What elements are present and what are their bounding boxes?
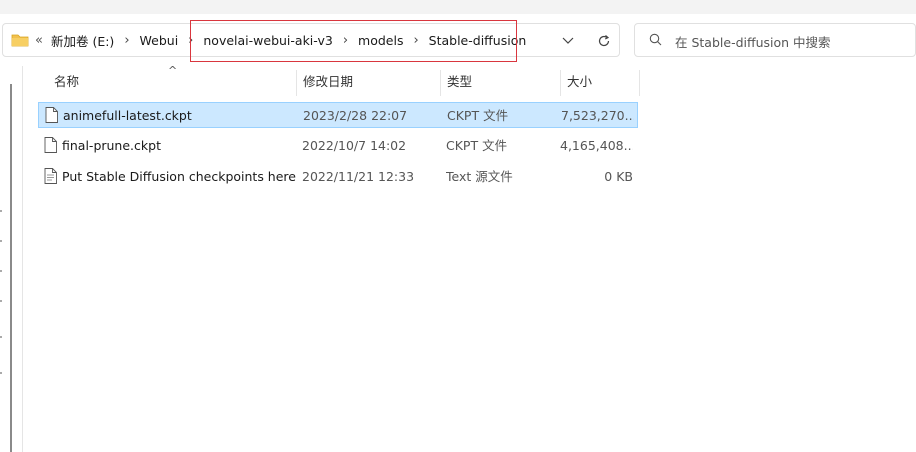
file-type: CKPT 文件 <box>447 108 509 123</box>
file-row[interactable]: final-prune.ckpt 2022/10/7 14:02 CKPT 文件… <box>38 133 638 159</box>
text-file-icon <box>44 168 57 184</box>
column-header-size[interactable]: 大小 <box>567 66 592 98</box>
file-name: final-prune.ckpt <box>62 138 161 153</box>
breadcrumb-item-drive[interactable]: 新加卷 (E:) <box>51 31 114 50</box>
chevron-right-icon[interactable]: › <box>343 33 348 48</box>
file-date: 2022/11/21 12:33 <box>302 169 415 184</box>
breadcrumb-item-novelai[interactable]: novelai-webui-aki-v3 <box>203 33 332 48</box>
breadcrumb-item-webui[interactable]: Webui <box>140 33 179 48</box>
navigation-pane-divider[interactable] <box>22 66 23 452</box>
file-row[interactable]: animefull-latest.ckpt 2023/2/28 22:07 CK… <box>38 102 638 128</box>
file-name: animefull-latest.ckpt <box>63 108 192 123</box>
breadcrumb-item-models[interactable]: models <box>358 33 403 48</box>
file-icon <box>44 137 57 153</box>
sort-ascending-icon: ^ <box>168 64 178 77</box>
address-history-button[interactable] <box>559 32 577 50</box>
refresh-button[interactable] <box>595 32 613 50</box>
file-type: Text 源文件 <box>446 169 513 184</box>
column-header: ^ 名称 修改日期 类型 大小 <box>38 64 640 98</box>
column-header-type[interactable]: 类型 <box>447 66 472 98</box>
breadcrumb-item-stable-diffusion[interactable]: Stable-diffusion <box>429 33 527 48</box>
search-icon <box>649 33 662 46</box>
chevron-down-icon <box>562 37 574 44</box>
address-bar[interactable]: « 新加卷 (E:) › Webui › novelai-webui-aki-v… <box>2 23 620 57</box>
file-date: 2023/2/28 22:07 <box>303 108 408 123</box>
breadcrumb: « 新加卷 (E:) › Webui › novelai-webui-aki-v… <box>11 24 526 56</box>
search-input[interactable]: 在 Stable-diffusion 中搜索 <box>675 32 831 51</box>
chevron-right-icon[interactable]: › <box>188 33 193 48</box>
navigation-pane-scrollbar[interactable] <box>10 84 12 452</box>
column-header-name[interactable]: 名称 <box>54 66 79 98</box>
file-type: CKPT 文件 <box>446 138 508 153</box>
folder-icon <box>11 34 29 47</box>
file-size: 7,523,270... <box>561 108 634 123</box>
breadcrumb-overflow-button[interactable]: « <box>35 33 43 48</box>
file-date: 2022/10/7 14:02 <box>302 138 407 153</box>
file-name: Put Stable Diffusion checkpoints here... <box>62 169 296 184</box>
column-divider[interactable] <box>296 70 297 96</box>
file-size: 4,165,408... <box>560 138 633 153</box>
file-size: 0 KB <box>604 169 633 184</box>
file-row[interactable]: Put Stable Diffusion checkpoints here...… <box>38 164 638 190</box>
title-strip <box>0 0 916 14</box>
file-icon <box>45 107 58 123</box>
refresh-icon <box>598 35 610 47</box>
column-divider[interactable] <box>440 70 441 96</box>
chevron-right-icon[interactable]: › <box>413 33 418 48</box>
chevron-right-icon[interactable]: › <box>124 33 129 48</box>
column-header-date[interactable]: 修改日期 <box>303 66 353 98</box>
search-box[interactable]: 在 Stable-diffusion 中搜索 <box>634 23 916 57</box>
column-divider[interactable] <box>639 70 640 96</box>
column-divider[interactable] <box>560 70 561 96</box>
